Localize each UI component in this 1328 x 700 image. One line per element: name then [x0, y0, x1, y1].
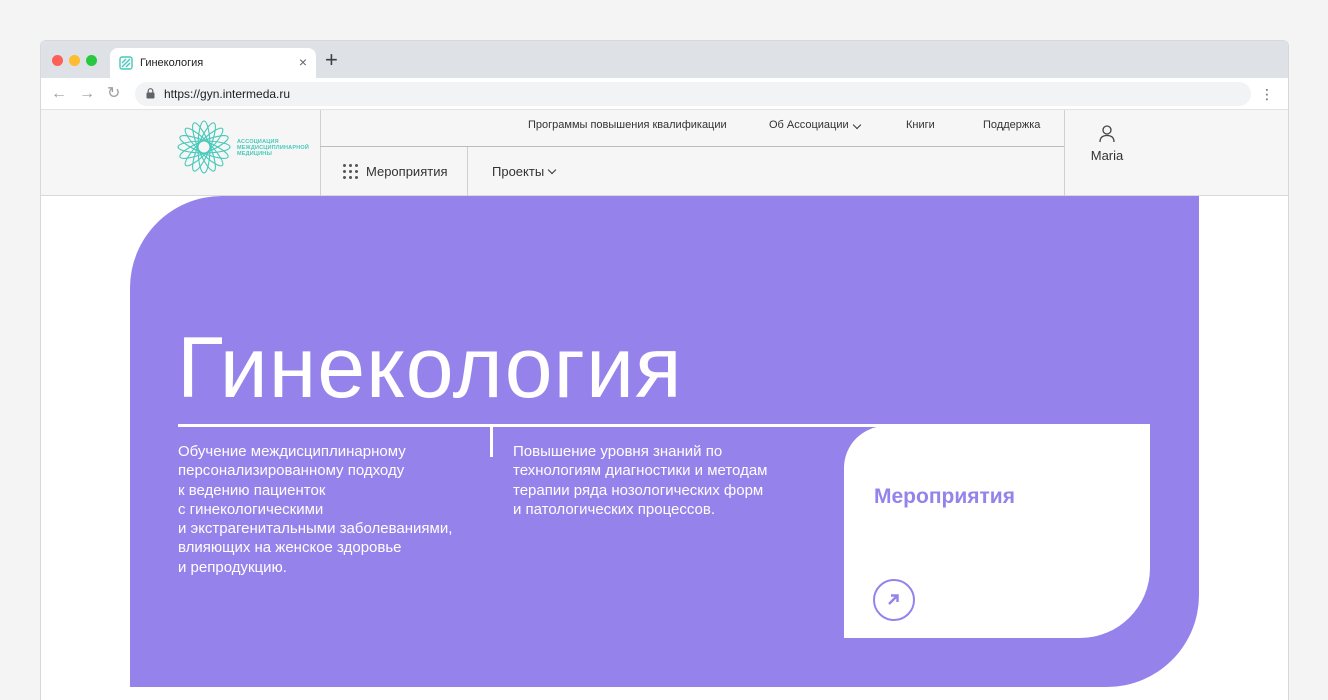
minimize-window-button[interactable]	[69, 55, 80, 66]
nav-link-about[interactable]: Об Ассоциации	[769, 119, 861, 131]
nav-link-programs[interactable]: Программы повышения квалификации	[528, 119, 727, 131]
tab-bar: Гинекология × +	[41, 41, 1288, 78]
hero-banner: Гинекология Обучение междисциплинарному …	[130, 196, 1199, 687]
hero-description-right: Повышение уровня знаний по технологиям д…	[513, 443, 768, 518]
events-label: Мероприятия	[366, 164, 448, 179]
logo-text: АССОЦИАЦИЯ МЕЖДИСЦИПЛИНАРНОЙ МЕДИЦИНЫ	[237, 139, 310, 157]
user-name: Maria	[1090, 148, 1124, 163]
browser-menu-icon[interactable]: ⋮	[1260, 85, 1274, 103]
user-icon	[1099, 125, 1115, 143]
nav-link-books[interactable]: Книги	[906, 119, 935, 131]
tab-title: Гинекология	[140, 57, 204, 69]
projects-label: Проекты	[492, 164, 545, 179]
hero-description-left: Обучение междисциплинарному персонализир…	[178, 443, 453, 576]
events-card-title: Мероприятия	[874, 485, 1015, 508]
url-text: https://gyn.intermeda.ru	[164, 87, 291, 101]
events-card[interactable]: Мероприятия	[844, 426, 1150, 638]
flower-logo-icon	[177, 120, 231, 174]
new-tab-button[interactable]: +	[325, 49, 338, 71]
reload-icon[interactable]: ↻	[107, 84, 120, 104]
site-header: АССОЦИАЦИЯ МЕЖДИСЦИПЛИНАРНОЙ МЕДИЦИНЫ Пр…	[41, 110, 1288, 196]
arrow-up-right-icon[interactable]	[873, 579, 915, 621]
grid-icon	[343, 164, 358, 179]
hero-divider-tick	[490, 424, 493, 457]
user-profile-button[interactable]: Maria	[1065, 110, 1149, 196]
projects-menu-button[interactable]: Проекты	[492, 147, 557, 196]
tab-close-icon[interactable]: ×	[299, 54, 307, 70]
lock-icon	[146, 88, 155, 99]
events-menu-button[interactable]: Мероприятия	[321, 147, 468, 196]
nav-link-support[interactable]: Поддержка	[983, 119, 1040, 131]
forward-arrow-icon[interactable]: →	[79, 84, 95, 104]
chevron-down-icon	[852, 120, 861, 130]
browser-window: Гинекология × + ← → ↻ https://gyn.interm…	[40, 40, 1289, 700]
back-arrow-icon[interactable]: ←	[51, 84, 67, 104]
close-window-button[interactable]	[52, 55, 63, 66]
chevron-down-icon	[547, 165, 557, 174]
browser-tab[interactable]: Гинекология ×	[110, 48, 316, 78]
maximize-window-button[interactable]	[86, 55, 97, 66]
page-title: Гинекология	[177, 320, 683, 416]
site-favicon-icon	[119, 56, 133, 70]
association-logo[interactable]: АССОЦИАЦИЯ МЕЖДИСЦИПЛИНАРНОЙ МЕДИЦИНЫ	[175, 116, 325, 176]
browser-toolbar: ← → ↻ https://gyn.intermeda.ru ⋮	[41, 78, 1288, 110]
address-bar[interactable]: https://gyn.intermeda.ru	[135, 82, 1251, 106]
